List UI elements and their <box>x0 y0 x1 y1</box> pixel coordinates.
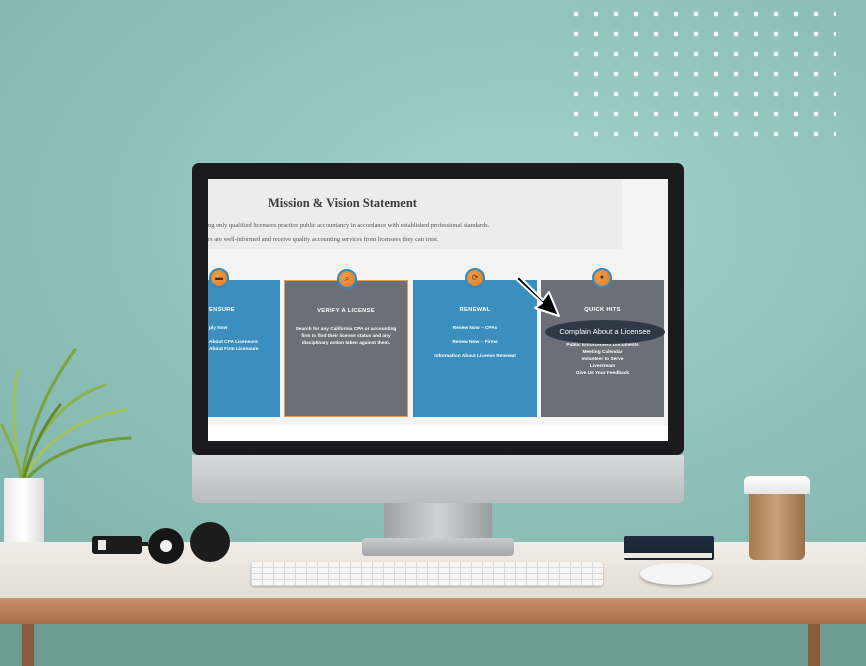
link-livestream[interactable]: Livestream <box>549 363 656 370</box>
renew-icon: ⟳ <box>465 268 485 288</box>
mouse <box>640 563 712 585</box>
card-body-quick-hits: Public Enforcement Documents Meeting Cal… <box>549 342 656 377</box>
decorative-dot-grid <box>566 4 836 148</box>
desk-leg-right <box>808 624 820 666</box>
card-title-verify: VERIFY A LICENSE <box>317 308 375 314</box>
mission-section: Mission & Vision Statement ng only quali… <box>208 179 622 249</box>
link-renew-cpas[interactable]: Renew Now – CPAs <box>421 325 529 332</box>
mission-title: Mission & Vision Statement <box>268 196 417 210</box>
headphones <box>92 522 230 564</box>
search-icon: ⌕ <box>337 269 357 289</box>
link-renew-firms[interactable]: Renew Now – Firms <box>421 339 529 346</box>
coffee-cup <box>749 488 805 560</box>
keyboard <box>251 562 603 586</box>
link-about-firm-licensure[interactable]: About Firm Licensure <box>209 346 272 353</box>
mission-text-line-1: ng only qualified licensees practice pub… <box>208 222 490 229</box>
notebook-pages <box>624 553 712 558</box>
monitor-stand-foot <box>362 538 514 556</box>
card-body-verify: Search for any California CPA or account… <box>295 327 397 346</box>
link-apply-now[interactable]: ply Now <box>209 325 272 332</box>
link-renewal-info[interactable]: Information About License Renewal <box>421 353 529 360</box>
desk-leg-left <box>22 624 34 666</box>
screen-bottom-strip <box>208 425 668 441</box>
bulb-icon: ✦ <box>592 268 612 288</box>
desk-underside <box>0 624 866 666</box>
link-meeting-calendar[interactable]: Meeting Calendar <box>549 349 656 356</box>
monitor-chin <box>192 455 684 503</box>
link-about-cpa-licensure[interactable]: About CPA Licensure <box>209 339 272 346</box>
card-ensure[interactable]: ▬ ENSURE ply Now About CPA Licensure Abo… <box>208 268 280 417</box>
folder-icon: ▬ <box>209 268 229 288</box>
link-feedback[interactable]: Give Us Your Feedback <box>549 370 656 377</box>
link-volunteer[interactable]: Volunteer to Serve <box>549 356 656 363</box>
arrow-pointer-icon <box>515 275 560 317</box>
monitor-screen: Mission & Vision Statement ng only quali… <box>208 179 668 441</box>
coffee-cup-lid <box>744 476 810 494</box>
card-body-ensure: ply Now About CPA Licensure About Firm L… <box>209 325 272 353</box>
monitor-stand-neck <box>384 503 492 541</box>
desk-edge <box>0 598 866 624</box>
mission-text-line-2: rs are well-informed and receive quality… <box>208 236 439 243</box>
complain-callout-button[interactable]: Complain About a Licensee <box>545 320 665 344</box>
plant <box>0 348 132 487</box>
card-title-ensure: ENSURE <box>209 307 235 313</box>
card-verify-license[interactable]: ⌕ VERIFY A LICENSE Search for any Califo… <box>284 269 408 417</box>
card-body-renewal: Renew Now – CPAs Renew Now – Firms Infor… <box>421 325 529 360</box>
